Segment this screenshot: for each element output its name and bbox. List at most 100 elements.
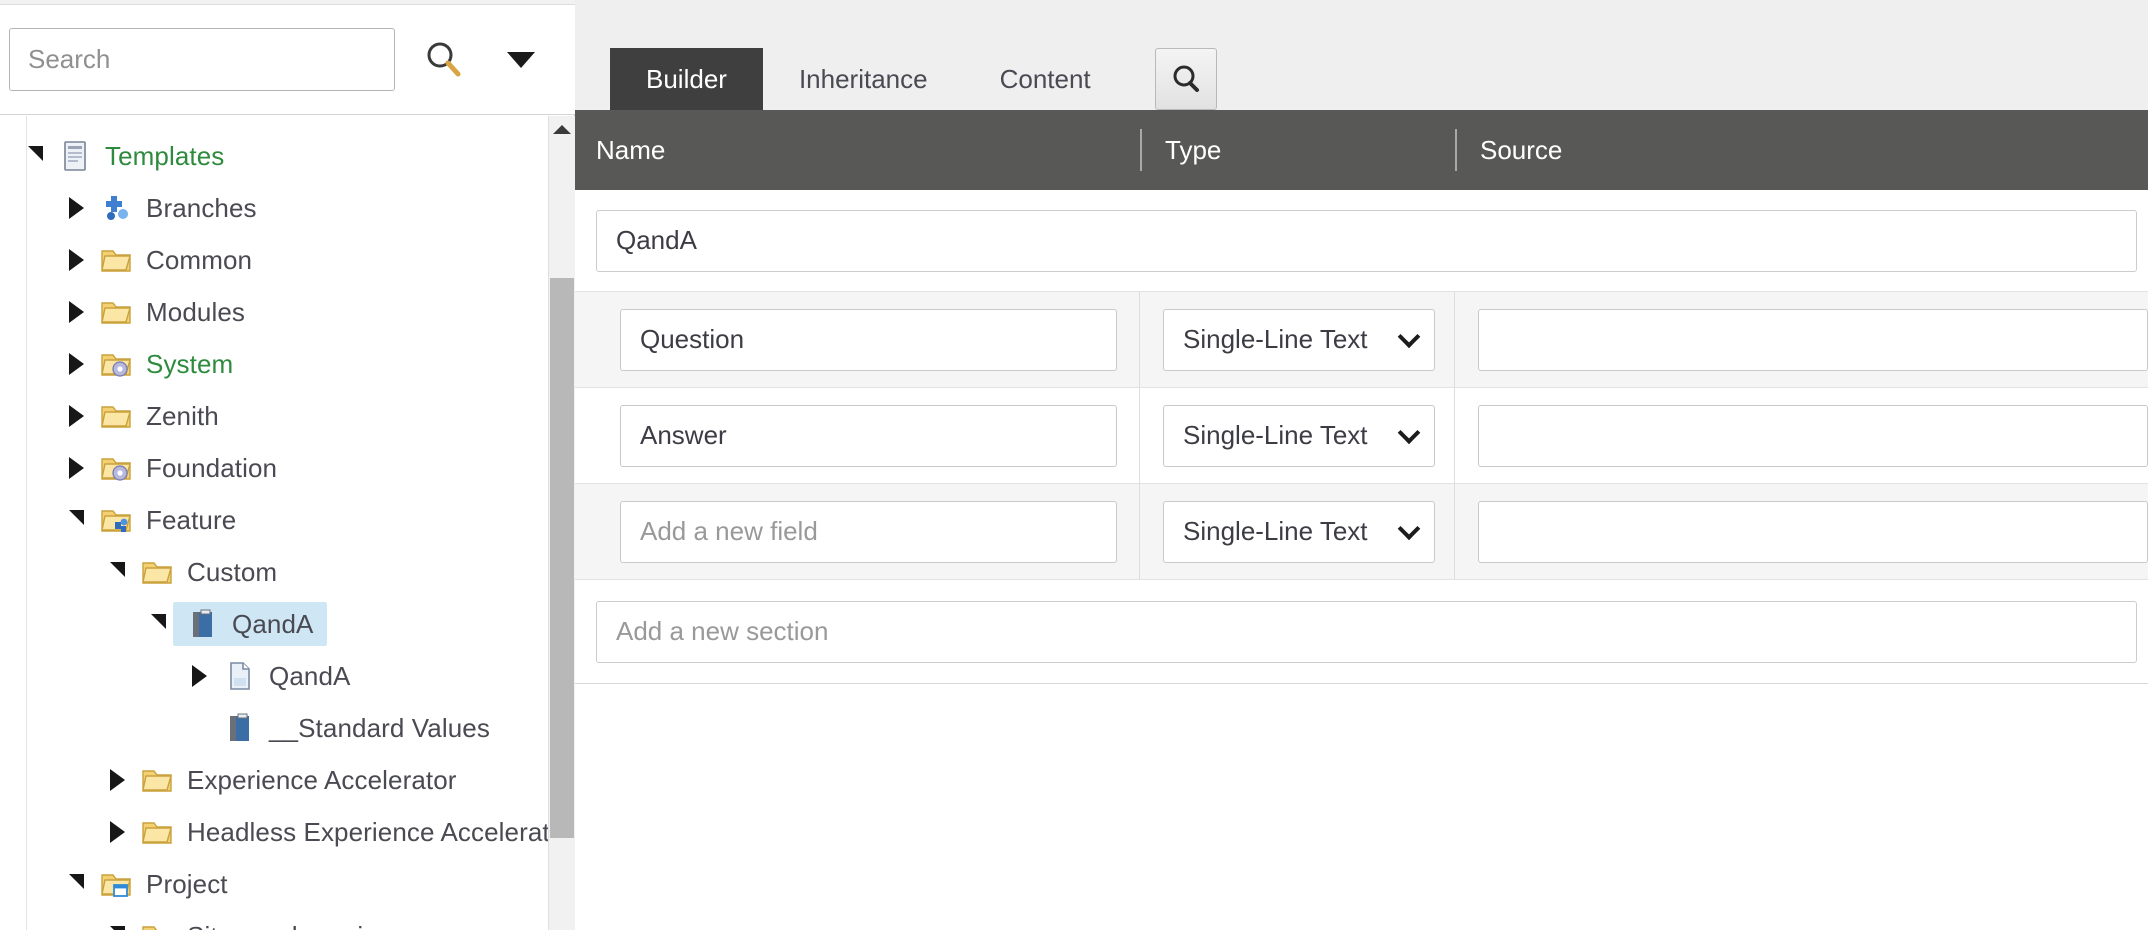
field-type-select[interactable]: Single-Line Text bbox=[1163, 308, 1435, 371]
tree-item-standard-values[interactable]: __Standard Values bbox=[0, 702, 548, 754]
search-input[interactable] bbox=[9, 28, 395, 91]
folder-icon bbox=[97, 397, 135, 435]
tree-expand-icon[interactable] bbox=[61, 245, 91, 275]
tab-inheritance[interactable]: Inheritance bbox=[763, 48, 964, 110]
tab-content[interactable]: Content bbox=[964, 48, 1127, 110]
section-name-input[interactable] bbox=[596, 209, 2137, 272]
tree-item-content[interactable]: Zenith bbox=[91, 397, 219, 435]
tree-item-feature[interactable]: Feature bbox=[0, 494, 548, 546]
column-header-source: Source bbox=[1455, 110, 2128, 190]
tree-expand-icon[interactable] bbox=[61, 297, 91, 327]
tree-item-templates[interactable]: Templates bbox=[0, 130, 548, 182]
tree-item-experience-accelerator[interactable]: Experience Accelerator bbox=[0, 754, 548, 806]
tree-item-selected[interactable]: QandA bbox=[173, 602, 328, 646]
tree-item-content[interactable]: Templates bbox=[50, 137, 224, 175]
triangle-down-glyph bbox=[68, 509, 84, 525]
tree-item-custom[interactable]: Custom bbox=[0, 546, 548, 598]
tree-item-content[interactable]: Sitecoredemo-in bbox=[132, 917, 378, 930]
tree-item-content[interactable]: Modules bbox=[91, 293, 245, 331]
tree-item-content[interactable]: Common bbox=[91, 241, 252, 279]
field-name-cell bbox=[575, 483, 1140, 580]
tree-collapse-icon[interactable] bbox=[20, 141, 50, 171]
field-source-input[interactable] bbox=[1478, 404, 2148, 467]
search-icon[interactable] bbox=[1154, 48, 1217, 110]
tree-item-label: QandA bbox=[232, 608, 314, 639]
tree-item-content[interactable]: Branches bbox=[91, 189, 257, 227]
tree-item-common[interactable]: Common bbox=[0, 234, 548, 286]
tree-item-zenith[interactable]: Zenith bbox=[0, 390, 548, 442]
tree-item-content[interactable]: Headless Experience Accelerat bbox=[132, 813, 548, 851]
tree-item-content[interactable]: Foundation bbox=[91, 449, 277, 487]
caret-up-glyph bbox=[553, 124, 571, 134]
header-divider bbox=[1140, 129, 1142, 171]
add-section-row bbox=[575, 580, 2148, 684]
add-new-section-input[interactable] bbox=[596, 600, 2137, 663]
tree-item-foundation[interactable]: Foundation bbox=[0, 442, 548, 494]
tree-item-system[interactable]: System bbox=[0, 338, 548, 390]
field-source-cell bbox=[1455, 484, 2148, 580]
field-name-input[interactable] bbox=[620, 500, 1117, 563]
tree-collapse-icon[interactable] bbox=[61, 505, 91, 535]
tree-item-project[interactable]: Project bbox=[0, 858, 548, 910]
field-source-input[interactable] bbox=[1478, 500, 2148, 563]
tree-item-label: Feature bbox=[146, 504, 237, 535]
field-name-cell bbox=[575, 387, 1140, 484]
scroll-up-icon[interactable] bbox=[549, 116, 575, 142]
field-name-input[interactable] bbox=[620, 308, 1117, 371]
tree-item-branches[interactable]: Branches bbox=[0, 182, 548, 234]
scrollbar-thumb[interactable] bbox=[550, 278, 574, 838]
tree-item-qanda[interactable]: QandA bbox=[0, 598, 548, 650]
triangle-down-glyph bbox=[109, 561, 125, 577]
column-header-type: Type bbox=[1140, 110, 1455, 190]
tree-expand-icon[interactable] bbox=[61, 401, 91, 431]
tree-item-label: Sitecoredemo-in bbox=[187, 921, 378, 930]
tree-item-content[interactable]: QandA bbox=[214, 657, 350, 695]
triangle-right-glyph bbox=[68, 249, 84, 271]
tree-collapse-icon[interactable] bbox=[61, 869, 91, 899]
folder-puzzle-icon bbox=[97, 501, 135, 539]
tree-item-content[interactable]: __Standard Values bbox=[214, 709, 490, 747]
field-name-input[interactable] bbox=[620, 404, 1117, 467]
search-icon[interactable] bbox=[417, 33, 471, 87]
tree-expand-icon[interactable] bbox=[61, 193, 91, 223]
tree-item-label: System bbox=[146, 348, 234, 379]
tree-expand-icon[interactable] bbox=[61, 453, 91, 483]
tree-item-modules[interactable]: Modules bbox=[0, 286, 548, 338]
triangle-right-glyph bbox=[191, 665, 207, 687]
column-header-type-label: Type bbox=[1165, 134, 1222, 165]
field-type-select[interactable]: Single-Line Text bbox=[1163, 404, 1435, 467]
tree-item-content[interactable]: Custom bbox=[132, 553, 277, 591]
tab-builder[interactable]: Builder bbox=[610, 48, 763, 110]
tree-collapse-icon[interactable] bbox=[143, 609, 173, 639]
tree-scrollbar[interactable] bbox=[548, 116, 575, 930]
tree-item-sitecoredemo-in[interactable]: Sitecoredemo-in bbox=[0, 910, 548, 930]
field-row: Single-Line Text bbox=[575, 483, 2148, 580]
tree-item-headless-experience-accelerat[interactable]: Headless Experience Accelerat bbox=[0, 806, 548, 858]
tree-item-label: Foundation bbox=[146, 452, 278, 483]
tree-expand-icon[interactable] bbox=[61, 349, 91, 379]
tree-collapse-icon[interactable] bbox=[102, 921, 132, 930]
section-title-row bbox=[575, 190, 2148, 292]
chevron-down-icon bbox=[1397, 324, 1421, 348]
tree-item-content[interactable]: Experience Accelerator bbox=[132, 761, 457, 799]
field-rows: Single-Line Text Single-Line Text Single-L… bbox=[575, 291, 2148, 580]
tree-item-label: Templates bbox=[105, 140, 225, 171]
chevron-down-icon[interactable] bbox=[499, 38, 543, 82]
column-header-name-label: Name bbox=[596, 134, 666, 165]
tree-item-label: __Standard Values bbox=[269, 712, 490, 743]
template-builder-table: Name Type Source Single-Line TextSingle-… bbox=[575, 110, 2148, 924]
tree-expand-icon[interactable] bbox=[102, 817, 132, 847]
triangle-right-glyph bbox=[68, 301, 84, 323]
folder-icon bbox=[138, 917, 176, 930]
tree-item-content[interactable]: Feature bbox=[91, 501, 236, 539]
tree-expand-icon[interactable] bbox=[102, 765, 132, 795]
tree-expand-icon[interactable] bbox=[184, 661, 214, 691]
field-source-input[interactable] bbox=[1478, 308, 2148, 371]
tree-item-qanda[interactable]: QandA bbox=[0, 650, 548, 702]
tree-item-label: Common bbox=[146, 244, 253, 275]
field-type-select[interactable]: Single-Line Text bbox=[1163, 500, 1435, 563]
tree-item-content[interactable]: System bbox=[91, 345, 233, 383]
template-icon bbox=[220, 709, 258, 747]
tree-collapse-icon[interactable] bbox=[102, 557, 132, 587]
tree-item-content[interactable]: Project bbox=[91, 865, 228, 903]
